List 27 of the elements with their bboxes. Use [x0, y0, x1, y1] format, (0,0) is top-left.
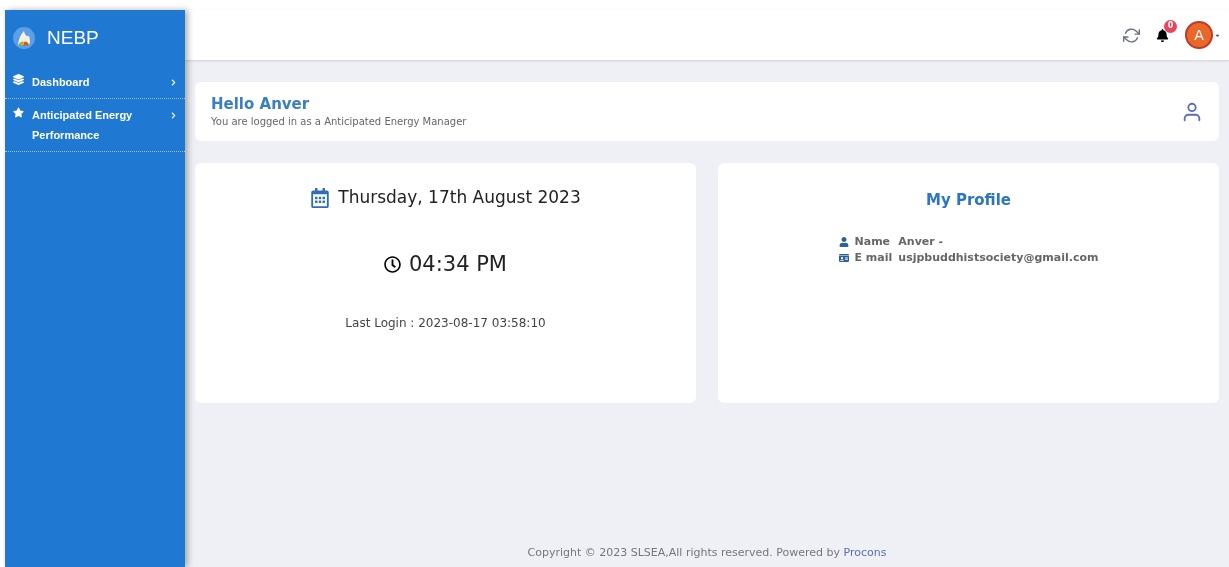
- layers-icon: [13, 74, 24, 85]
- notification-badge: 0: [1164, 19, 1177, 33]
- logo-icon: [13, 27, 35, 49]
- calendar-icon: [310, 187, 331, 208]
- greeting-title: Hello Anver: [211, 94, 311, 114]
- field-value: usjpbuddhistsociety@gmail.com: [898, 250, 1099, 266]
- user-icon: [1181, 100, 1203, 123]
- bell-icon[interactable]: [1156, 28, 1169, 42]
- chevron-icon: [170, 112, 177, 119]
- date-text: Thursday, 17th August 2023: [338, 186, 581, 209]
- profile-title: My Profile: [925, 190, 1012, 211]
- clock-icon: [384, 255, 401, 273]
- time-text: 04:34 PM: [409, 250, 507, 278]
- chevron-icon: [170, 79, 177, 86]
- field-label: Name: [854, 233, 892, 250]
- procons-link[interactable]: Procons: [843, 545, 887, 559]
- id-card-icon: [838, 253, 849, 264]
- role-text: You are logged in as a Anticipated Energy Manager: [211, 114, 467, 129]
- field-value: Anver -: [898, 233, 945, 250]
- last-login-text: Last Login : 2023-08-17 03:58:10: [345, 315, 546, 332]
- refresh-icon[interactable]: [1123, 26, 1140, 44]
- user-avatar[interactable]: A: [1185, 21, 1213, 49]
- field-label: E mail: [854, 250, 893, 266]
- brand-name: NEBP: [47, 25, 99, 50]
- copyright-text: Copyright © 2023 SLSEA,All rights reserved. Powered by Procons: [526, 544, 888, 561]
- person-icon: [838, 236, 849, 247]
- star-icon: [13, 107, 24, 118]
